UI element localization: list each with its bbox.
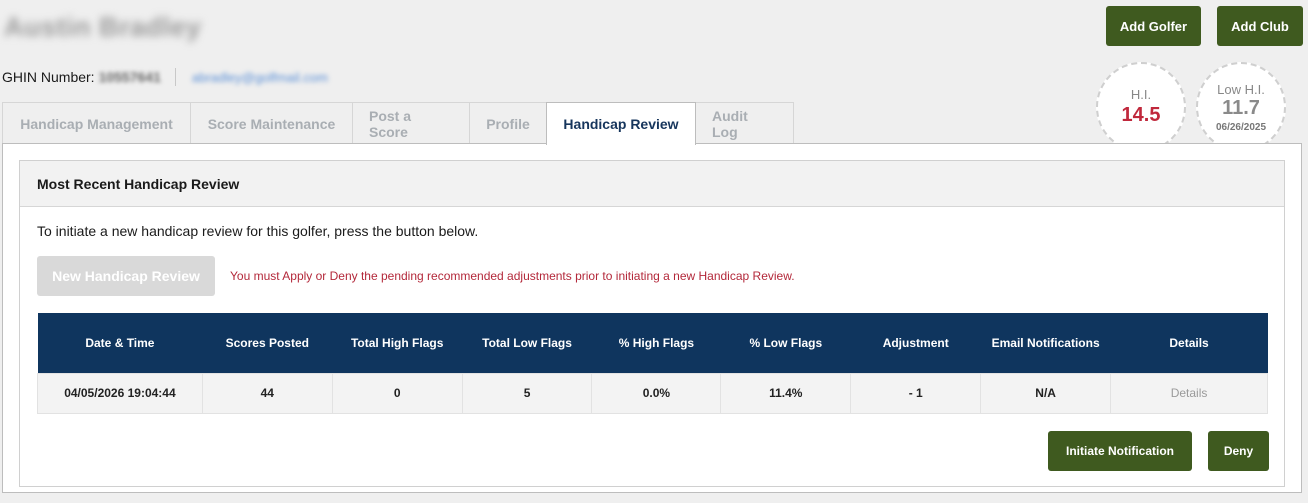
review-card-title: Most Recent Handicap Review (20, 161, 1284, 207)
low-hi-value: 11.7 (1222, 96, 1260, 119)
cell-total-low-flags: 5 (461, 372, 593, 414)
cell-date-time: 04/05/2026 19:04:44 (37, 372, 203, 414)
cell-email-notifications: N/A (980, 372, 1112, 414)
cell-scores-posted: 44 (201, 372, 333, 414)
column-header: Total High Flags (332, 313, 463, 373)
deny-button[interactable]: Deny (1208, 431, 1269, 471)
golfer-name: Austin Bradley (4, 12, 202, 42)
column-header: % High Flags (591, 313, 721, 373)
add-club-button[interactable]: Add Club (1217, 6, 1303, 46)
tab-panel: Most Recent Handicap Review To initiate … (2, 143, 1302, 493)
tab-score-maintenance[interactable]: Score Maintenance (190, 102, 353, 144)
golfer-tabs: Handicap Management Score Maintenance Po… (2, 102, 794, 145)
ghin-number: 10557641 (98, 69, 161, 85)
tab-handicap-management[interactable]: Handicap Management (2, 102, 191, 144)
ghin-divider (174, 68, 176, 86)
column-header: Date & Time (37, 313, 203, 373)
cell-pct-high-flags: 0.0% (591, 372, 722, 414)
column-header: Total Low Flags (462, 313, 592, 373)
tab-post-a-score[interactable]: Post a Score (352, 102, 470, 144)
cell-pct-low-flags: 11.4% (720, 372, 852, 414)
tab-audit-log[interactable]: Audit Log (695, 102, 794, 144)
cell-adjustment: - 1 (850, 372, 982, 414)
details-link[interactable]: Details (1110, 372, 1268, 414)
low-handicap-index-badge: Low H.I. 11.7 06/26/2025 (1196, 62, 1286, 152)
low-hi-label: Low H.I. (1217, 81, 1265, 97)
column-header: Adjustment (850, 313, 981, 373)
table-row: 04/05/2026 19:04:44 44 0 5 0.0% 11.4% - … (37, 372, 1268, 414)
ghin-label: GHIN Number: (2, 69, 95, 85)
handicap-index-badge: H.I. 14.5 (1096, 62, 1186, 152)
ghin-row: GHIN Number: 10557641 abradley@golfmail.… (2, 67, 328, 87)
tab-profile[interactable]: Profile (469, 102, 547, 144)
table-header-row: Date & Time Scores Posted Total High Fla… (37, 313, 1268, 373)
column-header: % Low Flags (720, 313, 851, 373)
hi-value: 14.5 (1121, 104, 1161, 126)
add-golfer-button[interactable]: Add Golfer (1106, 6, 1201, 46)
cell-total-high-flags: 0 (331, 372, 463, 414)
pending-adjustment-warning: You must Apply or Deny the pending recom… (230, 269, 795, 283)
handicap-review-table: Date & Time Scores Posted Total High Fla… (37, 313, 1268, 414)
column-header: Email Notifications (980, 313, 1111, 373)
low-hi-date: 06/26/2025 (1215, 121, 1267, 133)
review-card: Most Recent Handicap Review To initiate … (19, 160, 1285, 487)
tab-handicap-review[interactable]: Handicap Review (546, 102, 696, 145)
golfer-email-link[interactable]: abradley@golfmail.com (192, 70, 328, 85)
review-intro-text: To initiate a new handicap review for th… (37, 223, 479, 239)
column-header: Details (1110, 313, 1268, 373)
hi-label: H.I. (1130, 87, 1152, 102)
new-handicap-review-button[interactable]: New Handicap Review (37, 256, 215, 296)
initiate-notification-button[interactable]: Initiate Notification (1048, 431, 1192, 471)
column-header: Scores Posted (202, 313, 333, 373)
